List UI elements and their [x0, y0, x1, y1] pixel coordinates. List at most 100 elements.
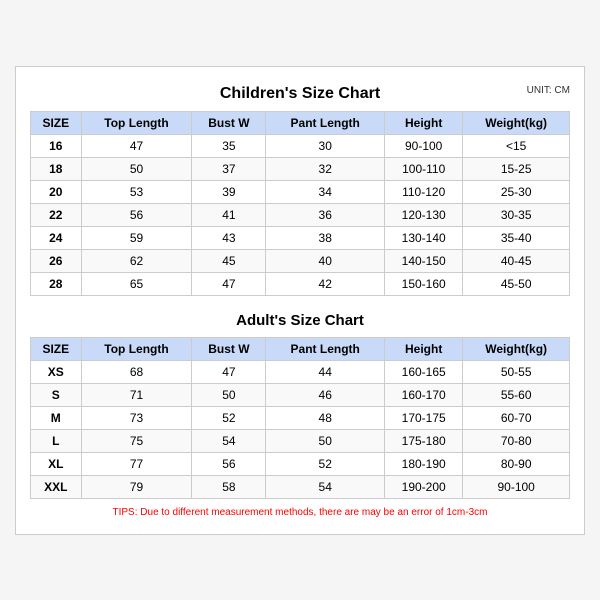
table-cell: 52: [192, 406, 266, 429]
table-cell: 45: [192, 249, 266, 272]
table-cell: 54: [266, 475, 385, 498]
table-cell: 100-110: [385, 157, 463, 180]
table-cell: 58: [192, 475, 266, 498]
col-top-length: Top Length: [81, 111, 192, 134]
size-chart-container: Children's Size Chart UNIT: CM SIZE Top …: [15, 66, 585, 535]
adult-col-size: SIZE: [31, 337, 82, 360]
table-cell: 56: [81, 203, 192, 226]
table-cell: XS: [31, 360, 82, 383]
table-cell: 30-35: [463, 203, 570, 226]
table-cell: 52: [266, 452, 385, 475]
table-cell: 190-200: [385, 475, 463, 498]
col-weight: Weight(kg): [463, 111, 570, 134]
table-cell: 59: [81, 226, 192, 249]
children-size-table: SIZE Top Length Bust W Pant Length Heigh…: [30, 111, 570, 296]
adult-col-height: Height: [385, 337, 463, 360]
table-cell: 70-80: [463, 429, 570, 452]
table-cell: 170-175: [385, 406, 463, 429]
table-row: 18503732100-11015-25: [31, 157, 570, 180]
table-cell: 130-140: [385, 226, 463, 249]
table-cell: 150-160: [385, 272, 463, 295]
col-size: SIZE: [31, 111, 82, 134]
table-row: 24594338130-14035-40: [31, 226, 570, 249]
table-cell: 110-120: [385, 180, 463, 203]
table-cell: 180-190: [385, 452, 463, 475]
table-cell: 47: [192, 360, 266, 383]
table-cell: 34: [266, 180, 385, 203]
table-cell: 50: [266, 429, 385, 452]
table-row: XS684744160-16550-55: [31, 360, 570, 383]
table-cell: 38: [266, 226, 385, 249]
table-cell: 79: [81, 475, 192, 498]
table-cell: 28: [31, 272, 82, 295]
table-cell: 37: [192, 157, 266, 180]
table-cell: 47: [81, 134, 192, 157]
table-cell: 77: [81, 452, 192, 475]
table-cell: 22: [31, 203, 82, 226]
table-cell: 160-170: [385, 383, 463, 406]
adult-size-table: SIZE Top Length Bust W Pant Length Heigh…: [30, 337, 570, 499]
table-row: XL775652180-19080-90: [31, 452, 570, 475]
children-header-row: SIZE Top Length Bust W Pant Length Heigh…: [31, 111, 570, 134]
unit-label: UNIT: CM: [527, 85, 570, 96]
table-cell: 75: [81, 429, 192, 452]
table-cell: 90-100: [385, 134, 463, 157]
table-cell: 160-165: [385, 360, 463, 383]
table-cell: 90-100: [463, 475, 570, 498]
col-bust-w: Bust W: [192, 111, 266, 134]
table-cell: 30: [266, 134, 385, 157]
table-cell: XL: [31, 452, 82, 475]
table-cell: 35: [192, 134, 266, 157]
table-cell: 68: [81, 360, 192, 383]
table-cell: L: [31, 429, 82, 452]
table-cell: 175-180: [385, 429, 463, 452]
table-cell: 15-25: [463, 157, 570, 180]
adult-col-weight: Weight(kg): [463, 337, 570, 360]
table-cell: 120-130: [385, 203, 463, 226]
children-title-text: Children's Size Chart: [220, 85, 380, 102]
table-cell: S: [31, 383, 82, 406]
table-cell: M: [31, 406, 82, 429]
table-cell: <15: [463, 134, 570, 157]
adult-chart-title: Adult's Size Chart: [30, 304, 570, 331]
table-cell: 55-60: [463, 383, 570, 406]
table-cell: 32: [266, 157, 385, 180]
col-pant-length: Pant Length: [266, 111, 385, 134]
table-cell: 45-50: [463, 272, 570, 295]
table-row: 1647353090-100<15: [31, 134, 570, 157]
table-cell: 140-150: [385, 249, 463, 272]
table-row: 20533934110-12025-30: [31, 180, 570, 203]
table-cell: 50: [192, 383, 266, 406]
table-row: XXL795854190-20090-100: [31, 475, 570, 498]
tips-text: TIPS: Due to different measurement metho…: [30, 507, 570, 522]
adult-title-text: Adult's Size Chart: [236, 312, 364, 329]
table-cell: 80-90: [463, 452, 570, 475]
table-row: 28654742150-16045-50: [31, 272, 570, 295]
adult-col-bust-w: Bust W: [192, 337, 266, 360]
table-cell: 50-55: [463, 360, 570, 383]
table-cell: 50: [81, 157, 192, 180]
table-cell: 65: [81, 272, 192, 295]
table-cell: 20: [31, 180, 82, 203]
table-row: 26624540140-15040-45: [31, 249, 570, 272]
table-row: S715046160-17055-60: [31, 383, 570, 406]
table-cell: 62: [81, 249, 192, 272]
adult-header-row: SIZE Top Length Bust W Pant Length Heigh…: [31, 337, 570, 360]
table-cell: 44: [266, 360, 385, 383]
table-cell: 40: [266, 249, 385, 272]
table-cell: 39: [192, 180, 266, 203]
table-cell: 43: [192, 226, 266, 249]
table-cell: XXL: [31, 475, 82, 498]
table-row: M735248170-17560-70: [31, 406, 570, 429]
table-cell: 35-40: [463, 226, 570, 249]
adult-col-pant-length: Pant Length: [266, 337, 385, 360]
table-cell: 42: [266, 272, 385, 295]
table-cell: 24: [31, 226, 82, 249]
table-cell: 25-30: [463, 180, 570, 203]
adult-col-top-length: Top Length: [81, 337, 192, 360]
table-cell: 54: [192, 429, 266, 452]
table-cell: 41: [192, 203, 266, 226]
table-cell: 71: [81, 383, 192, 406]
col-height: Height: [385, 111, 463, 134]
table-cell: 40-45: [463, 249, 570, 272]
